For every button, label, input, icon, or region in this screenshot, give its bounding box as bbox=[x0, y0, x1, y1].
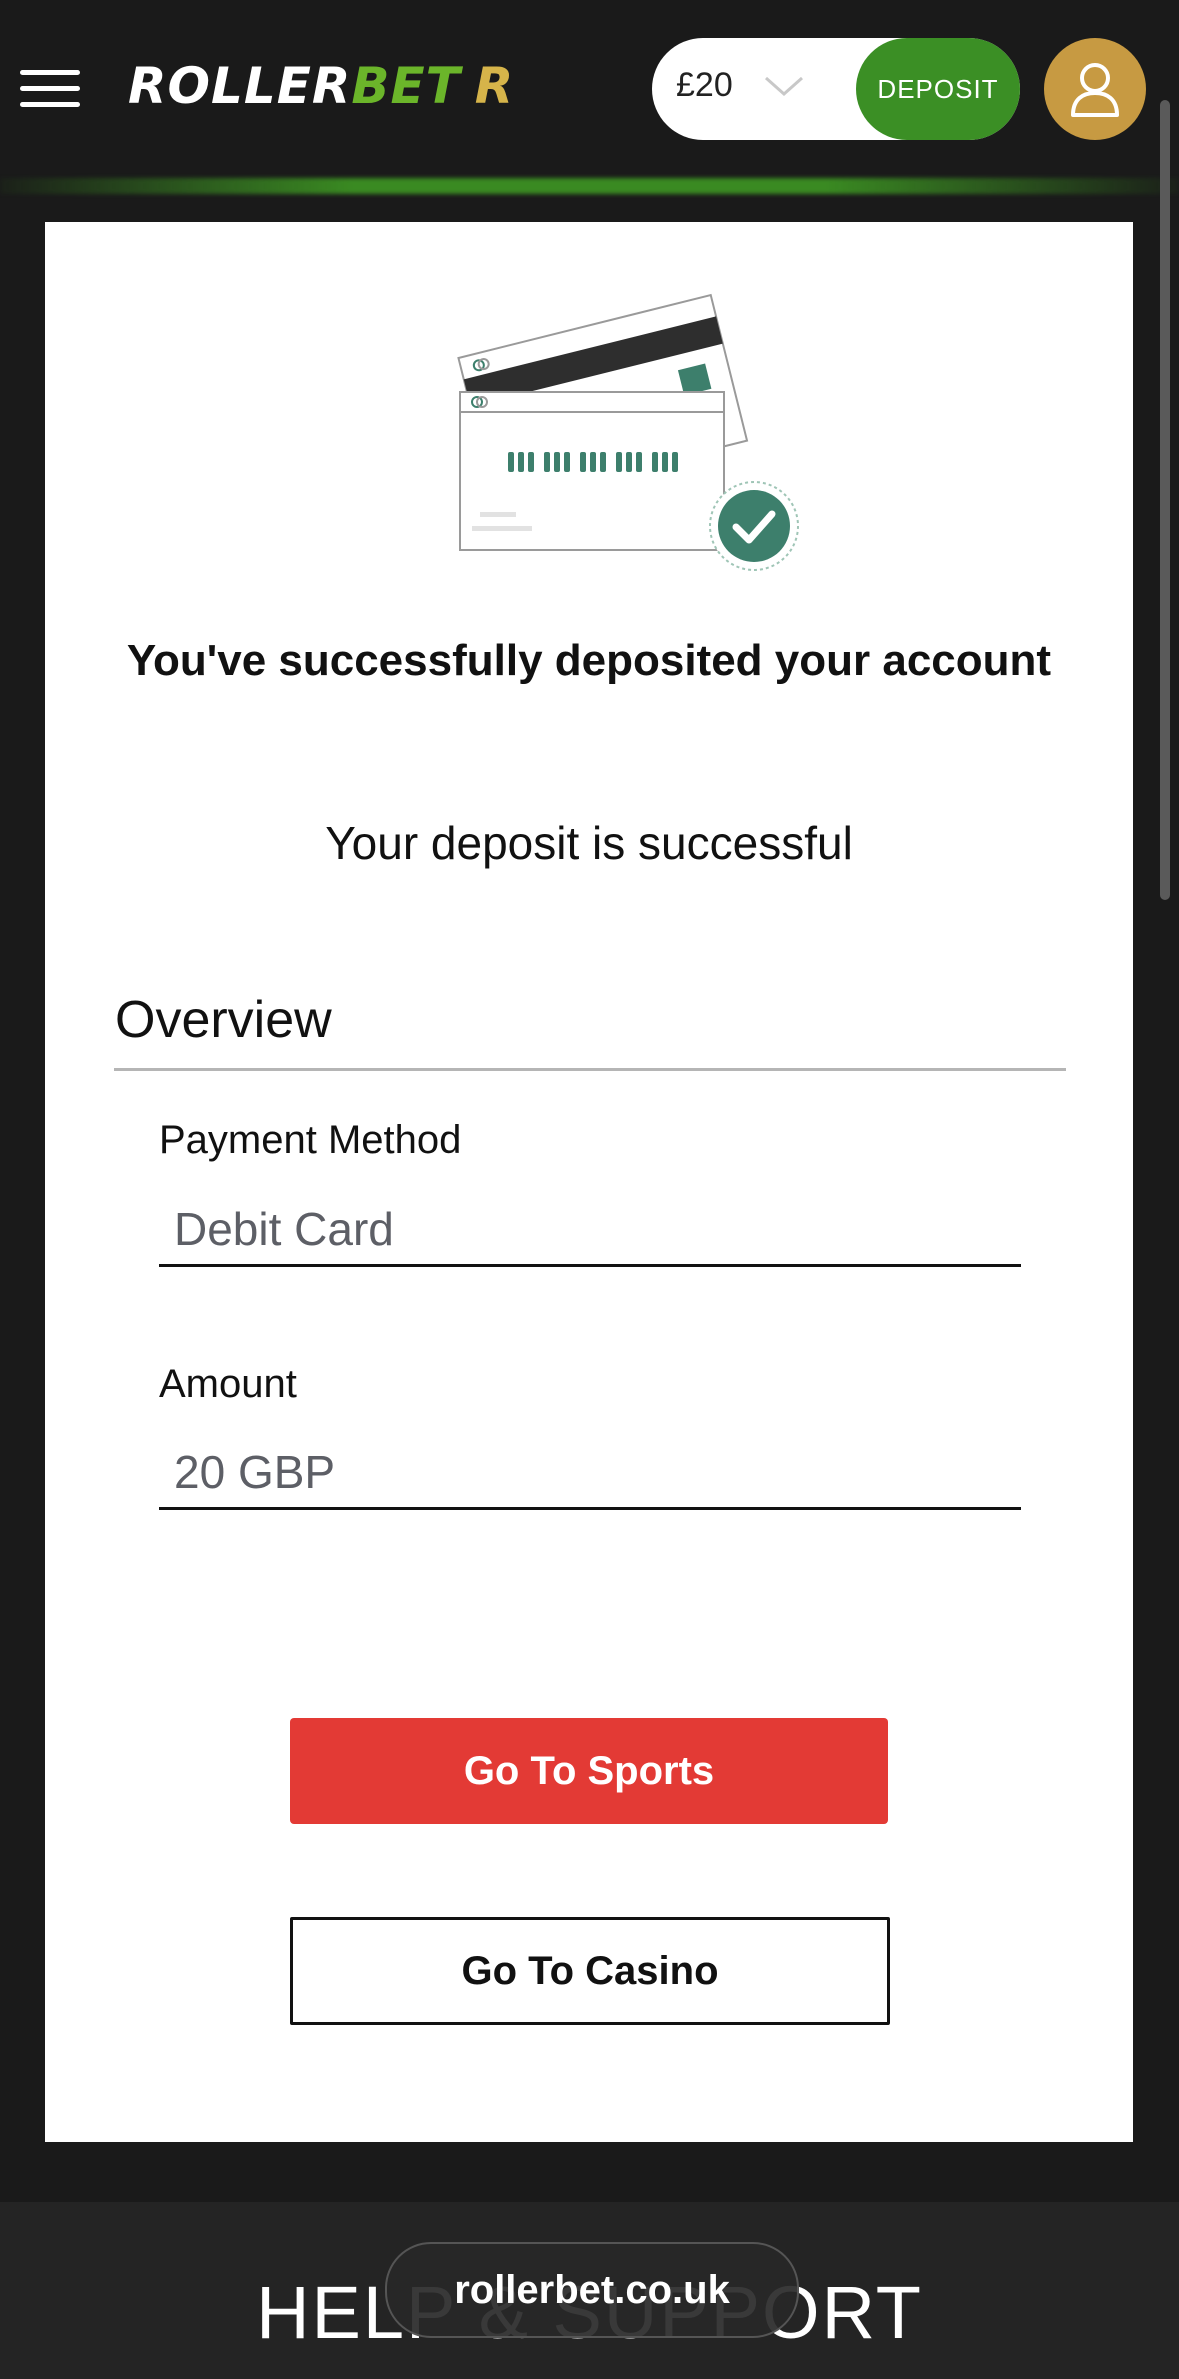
logo-text-bet: BET bbox=[351, 57, 461, 115]
chevron-down-icon bbox=[765, 76, 803, 97]
success-title: You've successfully deposited your accou… bbox=[126, 636, 1052, 685]
logo-mark: R bbox=[474, 57, 515, 115]
payment-method-label: Payment Method bbox=[159, 1118, 462, 1162]
amount-value: 20 GBP bbox=[174, 1446, 336, 1498]
menu-icon[interactable] bbox=[20, 68, 82, 108]
logo-text-roller: ROLLER bbox=[128, 57, 352, 115]
go-to-casino-button[interactable]: Go To Casino bbox=[290, 1917, 890, 2025]
amount-label: Amount bbox=[159, 1362, 297, 1406]
amount-underline bbox=[159, 1507, 1021, 1510]
page-footer: HELP & SUPPORT rollerbet.co.uk bbox=[0, 2202, 1179, 2379]
page-scrollbar[interactable] bbox=[1160, 100, 1170, 900]
balance-amount: £20 bbox=[676, 66, 733, 104]
payment-method-underline bbox=[159, 1264, 1021, 1267]
deposit-button[interactable]: DEPOSIT bbox=[856, 38, 1020, 140]
account-avatar[interactable] bbox=[1044, 38, 1146, 140]
browser-url-pill[interactable]: rollerbet.co.uk bbox=[385, 2242, 799, 2338]
deposit-success-card: You've successfully deposited your accou… bbox=[45, 222, 1133, 2142]
overview-heading: Overview bbox=[115, 991, 332, 1049]
cards-success-illustration bbox=[457, 293, 799, 571]
rollerbet-logo[interactable]: ROLLERBET R bbox=[128, 56, 514, 116]
success-subtitle: Your deposit is successful bbox=[325, 817, 853, 869]
overview-divider bbox=[114, 1068, 1066, 1071]
header-accent-glow bbox=[0, 178, 1179, 194]
app-header: ROLLERBET R £20 DEPOSIT bbox=[0, 0, 1179, 180]
payment-method-value: Debit Card bbox=[174, 1203, 394, 1255]
go-to-sports-button[interactable]: Go To Sports bbox=[290, 1718, 888, 1824]
user-icon bbox=[1071, 63, 1119, 117]
